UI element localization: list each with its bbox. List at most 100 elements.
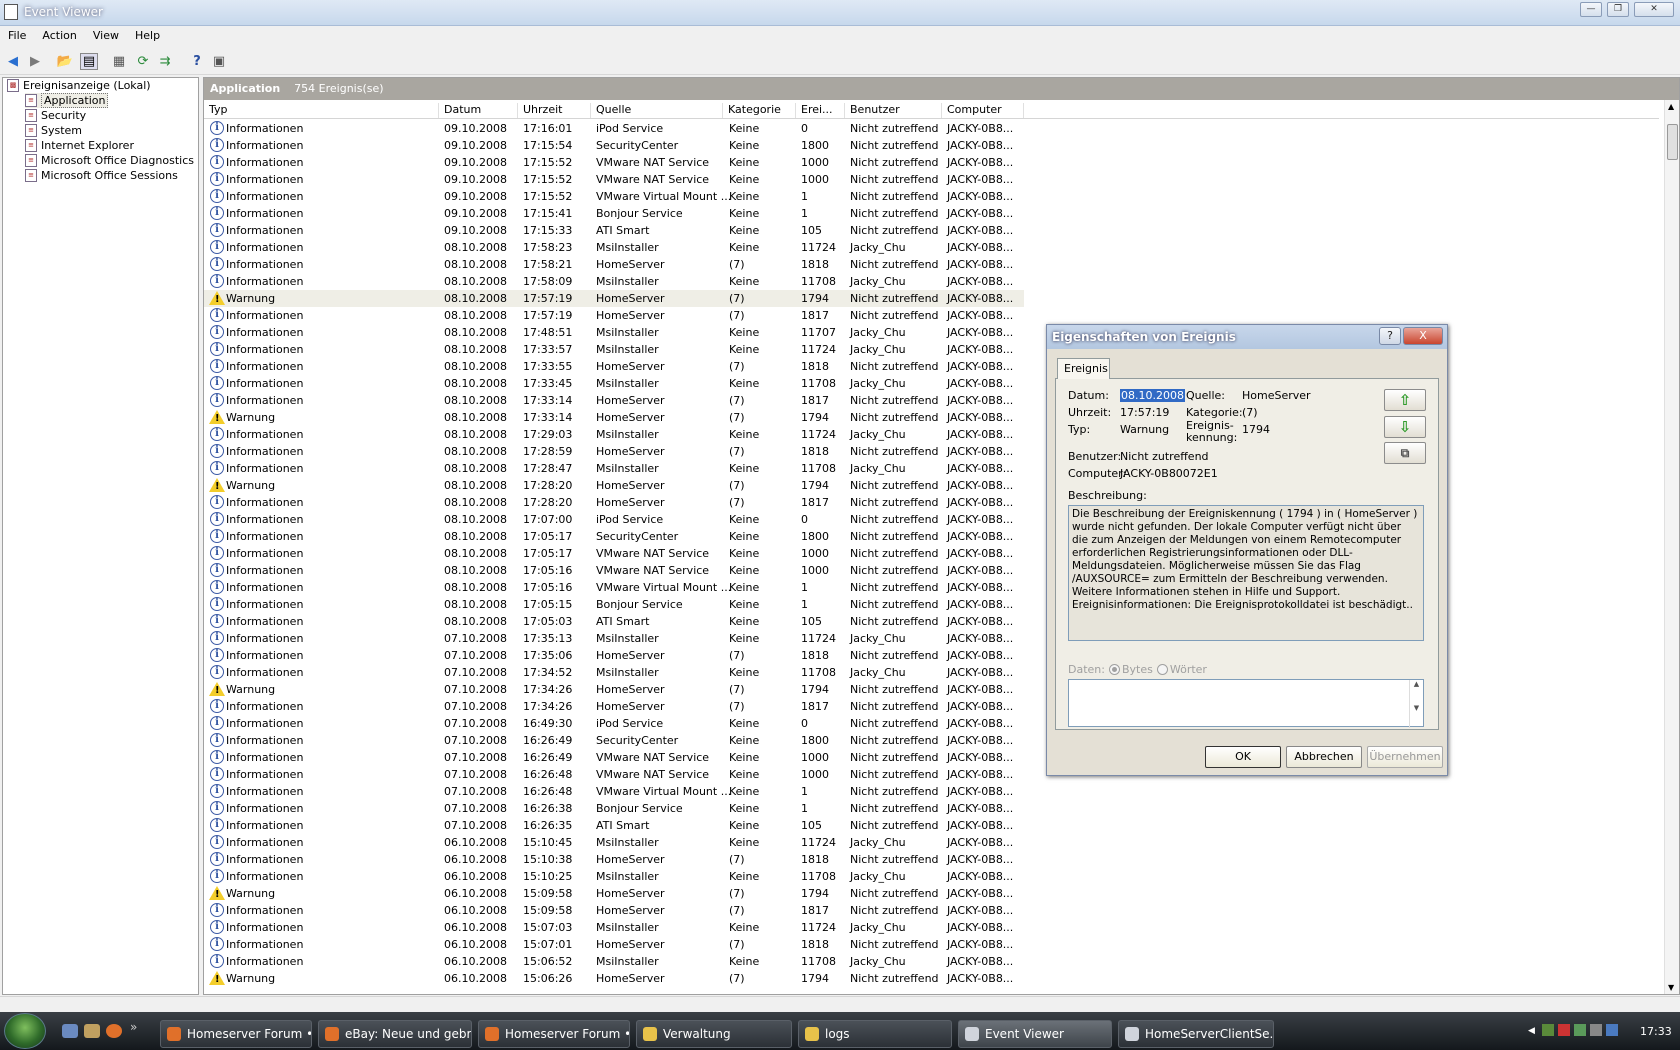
refresh-icon[interactable]: ⟳ — [134, 53, 152, 70]
table-row[interactable]: i Informationen 09.10.2008 17:15:54 Security… — [204, 137, 1659, 154]
cancel-button[interactable]: Abbrechen — [1286, 746, 1362, 768]
bytes-radio[interactable] — [1108, 664, 1120, 675]
ok-button[interactable]: OK — [1205, 746, 1281, 768]
dialog-help-button[interactable]: ? — [1379, 327, 1401, 345]
table-row[interactable]: i Informationen 08.10.2008 17:58:09 MsiInsta… — [204, 273, 1659, 290]
cell-benutzer: Nicht zutreffend — [850, 615, 939, 628]
copy-button[interactable]: ⧉ — [1384, 442, 1426, 464]
taskbar-button[interactable]: eBay: Neue und gebr... — [318, 1020, 472, 1048]
menu-file[interactable]: File — [0, 26, 34, 45]
table-row[interactable]: i Informationen 06.10.2008 15:09:58 HomeServ… — [204, 902, 1659, 919]
taskbar-button[interactable]: logs — [798, 1020, 952, 1048]
export-list-icon[interactable]: ⇉ — [156, 53, 174, 70]
table-row[interactable]: i Informationen 07.10.2008 16:26:48 VMware V… — [204, 783, 1659, 800]
table-row[interactable]: i Informationen 09.10.2008 17:15:52 VMware N… — [204, 154, 1659, 171]
close-window-button[interactable]: ✕ — [1634, 2, 1674, 17]
scroll-thumb[interactable] — [1667, 124, 1678, 160]
tray-app2-icon[interactable] — [1606, 1024, 1618, 1036]
table-row[interactable]: i Informationen 06.10.2008 15:07:01 HomeServ… — [204, 936, 1659, 953]
title-bar[interactable]: Event Viewer — ❐ ✕ — [0, 0, 1680, 26]
network-icon[interactable] — [1542, 1024, 1554, 1036]
vertical-scrollbar[interactable]: ▲ ▼ — [1664, 100, 1679, 994]
start-button[interactable] — [4, 1013, 46, 1049]
firefox-quicklaunch-icon[interactable] — [106, 1024, 122, 1038]
properties-icon[interactable]: ▦ — [110, 53, 128, 70]
column-header-benutzer[interactable]: Benutzer — [845, 103, 942, 118]
tree-item-system[interactable]: ≡ System — [25, 123, 82, 138]
menu-action[interactable]: Action — [34, 26, 84, 45]
column-header-computer[interactable]: Computer — [942, 103, 1024, 118]
table-row[interactable]: i Informationen 08.10.2008 17:58:23 MsiInsta… — [204, 239, 1659, 256]
taskbar-button[interactable]: HomeServerClientSe... — [1118, 1020, 1274, 1048]
taskbar-button[interactable]: Verwaltung — [636, 1020, 792, 1048]
scroll-down-icon[interactable]: ▼ — [1668, 983, 1674, 992]
cell-quelle: VMware NAT Service — [596, 768, 710, 781]
menu-view[interactable]: View — [85, 26, 127, 45]
back-arrow-icon[interactable]: ◀ — [4, 53, 22, 70]
column-header-ereignis[interactable]: Erei... — [796, 103, 845, 118]
table-row[interactable]: i Informationen 06.10.2008 15:10:38 HomeServ… — [204, 851, 1659, 868]
up-folder-icon[interactable]: 📂 — [56, 53, 74, 70]
table-row[interactable]: i Informationen 07.10.2008 16:26:35 ATI Smar… — [204, 817, 1659, 834]
table-row[interactable]: ! Warnung 06.10.2008 15:09:58 HomeServer (7) 1… — [204, 885, 1659, 902]
column-header-quelle[interactable]: Quelle — [591, 103, 723, 118]
tree-item-internet-explorer[interactable]: ≡ Internet Explorer — [25, 138, 134, 153]
show-desktop-icon[interactable] — [62, 1024, 78, 1038]
previous-event-button[interactable]: ⇧ — [1384, 389, 1426, 411]
column-header-datum[interactable]: Datum — [439, 103, 518, 118]
tree-item-security[interactable]: ≡ Security — [25, 108, 86, 123]
beschreibung-label: Beschreibung: — [1068, 489, 1147, 502]
table-row[interactable]: i Informationen 07.10.2008 16:26:38 Bonjour … — [204, 800, 1659, 817]
table-row[interactable]: i Informationen 09.10.2008 17:16:01 iPod Ser… — [204, 120, 1659, 137]
quicklaunch-icon[interactable] — [84, 1024, 100, 1038]
maximize-button[interactable]: ❐ — [1607, 2, 1629, 17]
table-row[interactable]: i Informationen 08.10.2008 17:58:21 HomeServ… — [204, 256, 1659, 273]
antivirus-icon[interactable] — [1558, 1024, 1570, 1036]
show-tree-icon[interactable]: ▤ — [80, 53, 98, 70]
taskbar-button[interactable]: Homeserver Forum •... — [478, 1020, 630, 1048]
table-row[interactable]: i Informationen 06.10.2008 15:07:03 MsiInsta… — [204, 919, 1659, 936]
help-icon[interactable]: ? — [188, 53, 206, 70]
table-row[interactable]: i Informationen 06.10.2008 15:10:45 MsiInsta… — [204, 834, 1659, 851]
column-header-uhrzeit[interactable]: Uhrzeit — [518, 103, 591, 118]
minimize-button[interactable]: — — [1580, 2, 1602, 17]
tree-root[interactable]: ▩ Ereignisanzeige (Lokal) — [7, 78, 151, 93]
description-textarea[interactable]: Die Beschreibung der Ereigniskennung ( 1… — [1068, 505, 1424, 641]
quicklaunch-overflow-icon[interactable]: » — [130, 1020, 137, 1034]
tray-app-icon[interactable] — [1574, 1024, 1586, 1036]
tree-item-office-sessions[interactable]: ≡ Microsoft Office Sessions — [25, 168, 178, 183]
table-row[interactable]: i Informationen 09.10.2008 17:15:33 ATI Smar… — [204, 222, 1659, 239]
clock[interactable]: 17:33 — [1640, 1025, 1672, 1038]
column-header-typ[interactable]: Typ — [204, 103, 439, 118]
table-row[interactable]: i Informationen 09.10.2008 17:15:52 VMware N… — [204, 171, 1659, 188]
table-row[interactable]: i Informationen 09.10.2008 17:15:52 VMware V… — [204, 188, 1659, 205]
table-row[interactable]: i Informationen 06.10.2008 15:06:52 MsiInsta… — [204, 953, 1659, 970]
scroll-up-icon[interactable]: ▲ — [1668, 102, 1674, 111]
dialog-close-button[interactable]: X — [1403, 327, 1443, 345]
menu-help[interactable]: Help — [127, 26, 168, 45]
tree-item-office-diagnostics[interactable]: ≡ Microsoft Office Diagnostics — [25, 153, 194, 168]
cell-quelle: HomeServer — [596, 887, 665, 900]
tab-ereignis[interactable]: Ereignis — [1057, 358, 1110, 379]
tray-expand-icon[interactable]: ◀ — [1528, 1026, 1535, 1036]
data-scrollbar[interactable]: ▲ ▼ — [1409, 680, 1423, 728]
tree-item-application[interactable]: ≡ Application — [25, 93, 109, 108]
woerter-radio[interactable] — [1156, 664, 1168, 675]
cell-computer: JACKY-0B8... — [947, 190, 1014, 203]
taskbar-button[interactable]: Event Viewer — [958, 1020, 1112, 1048]
table-row[interactable]: ! Warnung 08.10.2008 17:57:19 HomeServer (7) 1… — [204, 290, 1024, 307]
data-textarea[interactable]: ▲ ▼ — [1068, 679, 1424, 728]
column-header-kategorie[interactable]: Kategorie — [723, 103, 796, 118]
volume-icon[interactable] — [1590, 1024, 1602, 1036]
table-row[interactable]: i Informationen 08.10.2008 17:57:19 HomeServ… — [204, 307, 1659, 324]
forward-arrow-icon[interactable]: ▶ — [26, 53, 44, 70]
table-row[interactable]: i Informationen 06.10.2008 15:10:25 MsiInsta… — [204, 868, 1659, 885]
next-event-button[interactable]: ⇩ — [1384, 416, 1426, 438]
apply-button[interactable]: Übernehmen — [1367, 746, 1443, 768]
table-row[interactable]: ! Warnung 06.10.2008 15:06:26 HomeServer (7) 1… — [204, 970, 1659, 987]
table-row[interactable]: i Informationen 09.10.2008 17:15:41 Bonjour … — [204, 205, 1659, 222]
datum-value[interactable]: 08.10.2008 — [1120, 389, 1185, 402]
log-icon: ≡ — [25, 124, 37, 137]
taskbar-button[interactable]: Homeserver Forum •... — [160, 1020, 312, 1048]
console-icon[interactable]: ▣ — [210, 53, 228, 70]
